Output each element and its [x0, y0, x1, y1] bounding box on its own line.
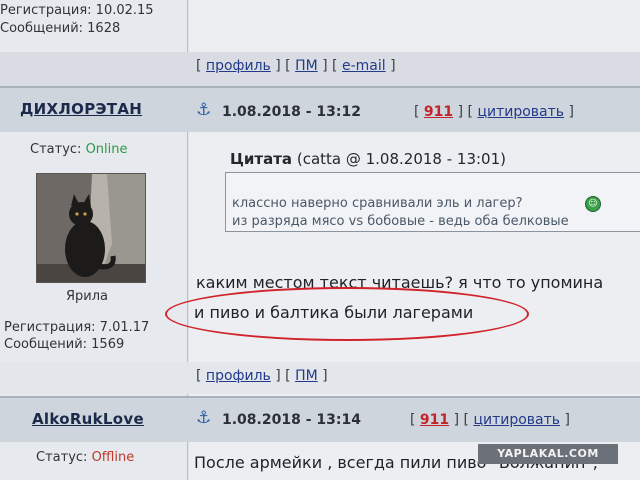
email-link[interactable]: e-mail [342, 58, 386, 74]
profile-link[interactable]: профиль [206, 58, 271, 74]
quote-title: Цитата [230, 150, 293, 168]
quote-line: классно наверно сравнивали эль и лагер? [232, 196, 523, 211]
highlight-oval [165, 287, 529, 341]
avatar-caption: Ярила [66, 289, 109, 304]
post-actions: [ 911 ] [ цитировать ] [410, 412, 570, 428]
quote-link[interactable]: цитировать [473, 412, 560, 428]
smiley-icon: ☺ [585, 196, 601, 212]
anchor-icon[interactable]: ⚓ [196, 408, 211, 428]
rating-link[interactable]: 911 [424, 104, 453, 120]
status-online: Online [85, 142, 128, 157]
prev-registration: Регистрация: 10.02.15 [0, 3, 154, 18]
pm-link[interactable]: ПМ [295, 368, 318, 384]
post-date: 1.08.2018 - 13:12 [222, 104, 361, 120]
post-footer-actions: [ профиль ] [ ПМ ] [196, 368, 328, 384]
username-link[interactable]: ДИХЛОРЭТАН [20, 100, 142, 118]
avatar [36, 173, 146, 283]
status-label: Статус: [36, 450, 88, 465]
status-offline: Offline [91, 450, 135, 465]
status-row: Статус: Offline [36, 450, 134, 465]
anchor-icon[interactable]: ⚓ [196, 100, 211, 120]
forum-thread: Регистрация: 10.02.15 Сообщений: 1628 [ … [0, 0, 640, 480]
prev-messages: Сообщений: 1628 [0, 21, 121, 36]
rating-link[interactable]: 911 [420, 412, 449, 428]
quote-link[interactable]: цитировать [477, 104, 564, 120]
messages-count: Сообщений: 1569 [4, 337, 125, 352]
post-date: 1.08.2018 - 13:14 [222, 412, 361, 428]
quote-meta: (catta @ 1.08.2018 - 13:01) [296, 150, 506, 168]
prev-actions: [ профиль ] [ ПМ ] [ e-mail ] [196, 58, 396, 74]
pm-link[interactable]: ПМ [295, 58, 318, 74]
post-actions: [ 911 ] [ цитировать ] [414, 104, 574, 120]
watermark: YAPLAKAL.COM [478, 444, 618, 464]
profile-link[interactable]: профиль [206, 368, 271, 384]
status-label: Статус: [30, 142, 82, 157]
quote-line: из разряда мясо vs бобовые - ведь оба бе… [232, 214, 569, 229]
username-link[interactable]: AlkoRukLove [32, 410, 144, 428]
status-row: Статус: Online [30, 142, 128, 157]
quote-header: Цитата (catta @ 1.08.2018 - 13:01) [230, 150, 506, 168]
registration: Регистрация: 7.01.17 [4, 320, 150, 335]
cat-avatar-image [37, 174, 145, 282]
